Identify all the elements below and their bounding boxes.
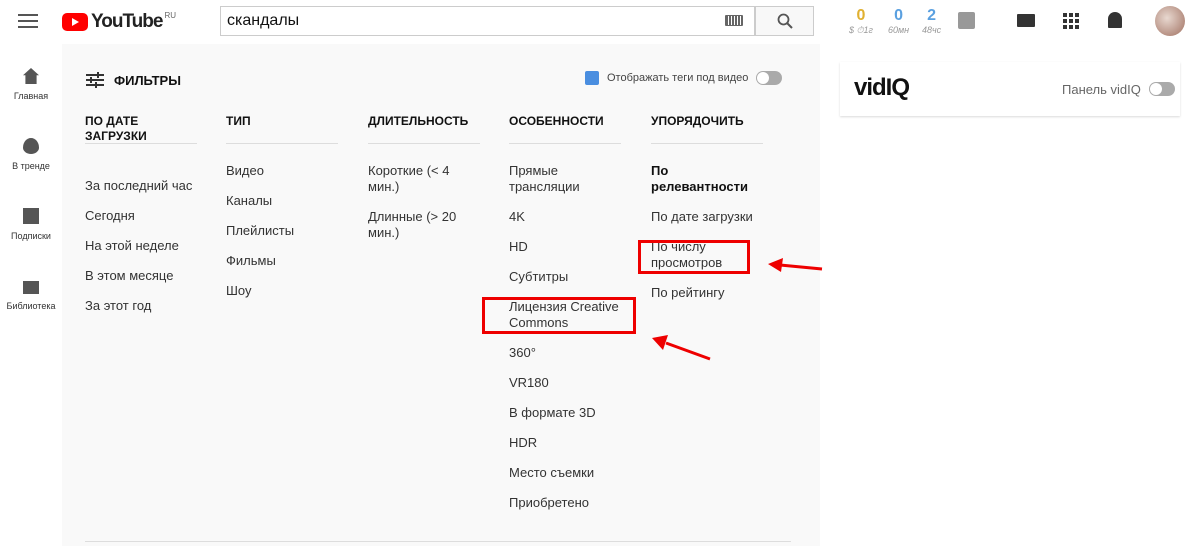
- filter-option[interactable]: Шоу: [226, 283, 338, 299]
- folder-icon: [23, 281, 39, 294]
- sidebar-item-home[interactable]: Главная: [0, 68, 62, 101]
- sidebar-label: Подписки: [11, 231, 51, 241]
- annotation-arrows: [652, 258, 823, 361]
- sidebar-item-trending[interactable]: В тренде: [0, 138, 62, 171]
- column-title: ДЛИТЕЛЬНОСТЬ: [368, 114, 480, 144]
- filter-option[interactable]: 360°: [509, 345, 621, 361]
- filter-option[interactable]: Субтитры: [509, 269, 621, 285]
- filter-option[interactable]: 4K: [509, 209, 621, 225]
- vidiq-stat: 0 60мн: [888, 7, 909, 35]
- vidiq-logo: vidIQ: [854, 74, 910, 101]
- filter-option[interactable]: В этом месяце: [85, 268, 197, 284]
- filter-option[interactable]: Фильмы: [226, 253, 338, 269]
- apps-icon[interactable]: [1063, 13, 1079, 29]
- logo-text: YouTube: [91, 11, 163, 32]
- keyboard-icon[interactable]: [725, 15, 743, 26]
- filters-toggle[interactable]: ФИЛЬТРЫ: [86, 72, 181, 88]
- filter-option[interactable]: Каналы: [226, 193, 338, 209]
- home-icon: [23, 68, 39, 84]
- sidebar-label: Библиотека: [6, 301, 56, 311]
- show-tags-row: Отображать теги под видео: [585, 71, 783, 85]
- filter-column-duration: ДЛИТЕЛЬНОСТЬ Короткие (< 4 мин.) Длинные…: [368, 114, 480, 241]
- filter-sliders-icon: [86, 72, 104, 88]
- subscriptions-icon: [23, 208, 39, 224]
- stats-chart-icon[interactable]: [958, 12, 975, 29]
- vidiq-panel-label: Панель vidIQ: [1062, 82, 1141, 97]
- create-video-icon[interactable]: [1017, 14, 1035, 27]
- filter-option[interactable]: Длинные (> 20 мин.): [368, 209, 480, 241]
- vidiq-stat: 0 $ ⏱1г: [849, 7, 873, 36]
- logo-region: RU: [164, 11, 177, 20]
- fire-icon: [23, 138, 39, 154]
- top-bar: YouTube RU скандалы 0 $ ⏱1г 0 60мн 2 48чс: [0, 0, 1200, 44]
- divider: [85, 541, 791, 542]
- filter-option[interactable]: Прямые трансляции: [509, 163, 621, 195]
- stat-value: 0: [894, 7, 904, 24]
- sort-option[interactable]: По дате загрузки: [651, 209, 763, 225]
- vidiq-tag-icon: [585, 71, 599, 85]
- filter-option[interactable]: Сегодня: [85, 208, 197, 224]
- filter-option[interactable]: Место съемки: [509, 465, 621, 481]
- stat-label: $ ⏱1г: [849, 25, 873, 35]
- column-title: ТИП: [226, 114, 338, 144]
- filter-option[interactable]: За этот год: [85, 298, 197, 314]
- sidebar-label: Главная: [13, 91, 49, 101]
- filter-option[interactable]: Видео: [226, 163, 338, 179]
- stat-label: 48чс: [922, 25, 942, 35]
- vidiq-panel-toggle[interactable]: [1149, 82, 1175, 96]
- sidebar: Главная В тренде Подписки Библиотека: [0, 44, 62, 546]
- filter-option[interactable]: На этой неделе: [85, 238, 197, 254]
- stat-value: 0: [856, 7, 866, 24]
- show-tags-toggle[interactable]: [756, 71, 783, 85]
- filter-option[interactable]: VR180: [509, 375, 621, 391]
- sidebar-item-library[interactable]: Библиотека: [0, 278, 62, 311]
- youtube-logo[interactable]: YouTube RU: [62, 11, 176, 33]
- sidebar-item-subscriptions[interactable]: Подписки: [0, 208, 62, 241]
- filters-title: ФИЛЬТРЫ: [114, 72, 181, 88]
- filter-option[interactable]: HDR: [509, 435, 621, 451]
- youtube-play-icon: [62, 13, 88, 31]
- stat-label: 60мн: [888, 25, 910, 35]
- column-title: ПО ДАТЕ ЗАГРУЗКИ: [85, 114, 197, 144]
- filter-option[interactable]: HD: [509, 239, 621, 255]
- column-title: УПОРЯДОЧИТЬ: [651, 114, 763, 144]
- filter-option[interactable]: Короткие (< 4 мин.): [368, 163, 480, 195]
- filter-column-type: ТИП Видео Каналы Плейлисты Фильмы Шоу: [226, 114, 338, 299]
- search-icon: [777, 13, 793, 29]
- filter-option[interactable]: Приобретено: [509, 495, 621, 511]
- filter-option[interactable]: За последний час: [85, 178, 197, 194]
- filter-option[interactable]: Плейлисты: [226, 223, 338, 239]
- vidiq-panel-card: vidIQ Панель vidIQ: [840, 62, 1180, 116]
- filter-option[interactable]: В формате 3D: [509, 405, 621, 421]
- notifications-bell-icon[interactable]: [1108, 12, 1122, 28]
- filter-column-upload-date: ПО ДАТЕ ЗАГРУЗКИ За последний час Сегодн…: [85, 114, 197, 314]
- sidebar-label: В тренде: [12, 161, 50, 171]
- show-tags-label: Отображать теги под видео: [607, 72, 749, 84]
- column-title: ОСОБЕННОСТИ: [509, 114, 621, 144]
- avatar[interactable]: [1155, 6, 1185, 36]
- highlight-box: [482, 297, 636, 334]
- search-button[interactable]: [755, 6, 814, 36]
- vidiq-stat: 2 48чс: [922, 7, 941, 35]
- stat-value: 2: [927, 7, 937, 24]
- menu-icon[interactable]: [18, 14, 38, 28]
- sort-option-selected[interactable]: По релевантности: [651, 163, 763, 195]
- search-input[interactable]: скандалы: [220, 6, 755, 36]
